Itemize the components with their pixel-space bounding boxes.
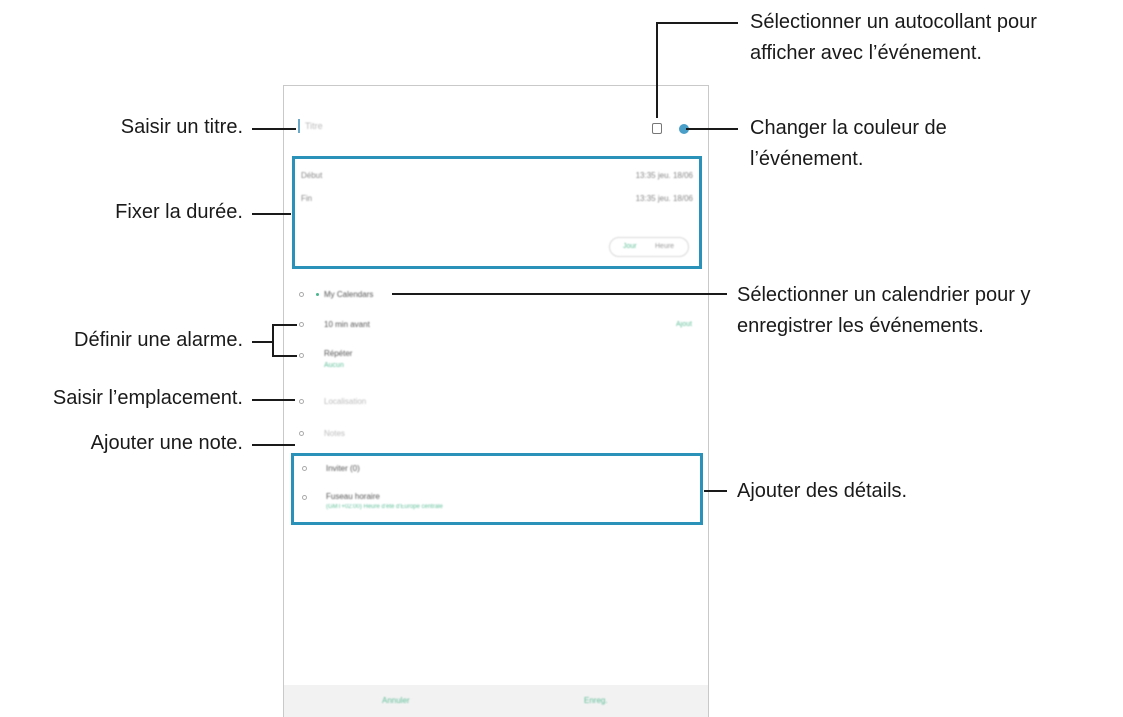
location-icon	[299, 399, 304, 404]
leader-title	[252, 128, 296, 130]
callout-alarm: Définir une alarme.	[74, 329, 243, 351]
leader-location	[252, 399, 295, 401]
leader-duration	[252, 213, 291, 215]
sticker-icon[interactable]	[652, 123, 662, 134]
notes-icon	[299, 431, 304, 436]
leader-alarm	[252, 341, 273, 343]
invite-icon	[302, 466, 307, 471]
event-editor-screen: Titre Début 13:35 jeu. 18/06 Fin 13:35 j…	[283, 85, 709, 717]
leader-alarm-top	[272, 324, 297, 326]
all-day-toggle[interactable]: Jour Heure	[609, 237, 689, 257]
end-datetime[interactable]: 13:35 jeu. 18/06	[636, 194, 693, 203]
leader-color	[686, 128, 738, 130]
callout-note: Ajouter une note.	[90, 432, 243, 454]
repeat-value: Aucun	[324, 362, 344, 369]
callout-title: Saisir un titre.	[120, 116, 243, 138]
callout-sticker-line1: Sélectionner un autocollant pour	[750, 11, 1037, 33]
toggle-day[interactable]: Jour	[623, 243, 637, 250]
end-label: Fin	[301, 194, 313, 203]
invite-item[interactable]: Inviter (0)	[326, 464, 360, 473]
callout-color-line2: l’événement.	[750, 148, 864, 170]
timezone-icon	[302, 495, 307, 500]
timezone-value: (GMT+02:00) Heure d'été d'Europe central…	[326, 504, 443, 510]
start-label: Début	[301, 171, 323, 180]
leader-calendar	[392, 293, 727, 295]
callout-details: Ajouter des détails.	[737, 480, 908, 502]
leader-note	[252, 444, 295, 446]
calendar-color-dot	[316, 293, 319, 296]
details-section: Inviter (0) Fuseau horaire (GMT+02:00) H…	[291, 453, 703, 525]
alarm-icon	[299, 322, 304, 327]
callout-duration: Fixer la durée.	[115, 201, 243, 223]
leader-sticker-h	[656, 22, 738, 24]
title-cursor	[298, 119, 300, 133]
location-input[interactable]: Localisation	[324, 397, 366, 406]
callout-color-line1: Changer la couleur de	[750, 117, 947, 139]
leader-sticker-v	[656, 22, 658, 118]
leader-alarm-bottom	[272, 355, 297, 357]
start-datetime[interactable]: 13:35 jeu. 18/06	[636, 171, 693, 180]
cancel-button[interactable]: Annuler	[382, 696, 410, 705]
notes-input[interactable]: Notes	[324, 429, 345, 438]
callout-sticker-line2: afficher avec l’événement.	[750, 42, 982, 64]
callout-location: Saisir l’emplacement.	[52, 387, 243, 409]
calendar-select[interactable]: My Calendars	[324, 290, 373, 299]
repeat-icon	[299, 353, 304, 358]
leader-details	[704, 490, 727, 492]
leader-alarm-bracket	[272, 324, 274, 357]
callout-calendar-line2: enregistrer les événements.	[737, 315, 984, 337]
timezone-label[interactable]: Fuseau horaire	[326, 492, 380, 501]
bottom-action-bar: Annuler Enreg.	[284, 685, 708, 717]
calendar-icon	[299, 292, 304, 297]
repeat-label[interactable]: Répéter	[324, 349, 352, 358]
callout-calendar-line1: Sélectionner un calendrier pour y	[737, 284, 1031, 306]
title-input[interactable]: Titre	[305, 121, 323, 131]
save-button[interactable]: Enreg.	[584, 696, 608, 705]
alarm-value[interactable]: 10 min avant	[324, 320, 370, 329]
alarm-add[interactable]: Ajout	[676, 321, 692, 328]
toggle-time[interactable]: Heure	[655, 243, 674, 250]
